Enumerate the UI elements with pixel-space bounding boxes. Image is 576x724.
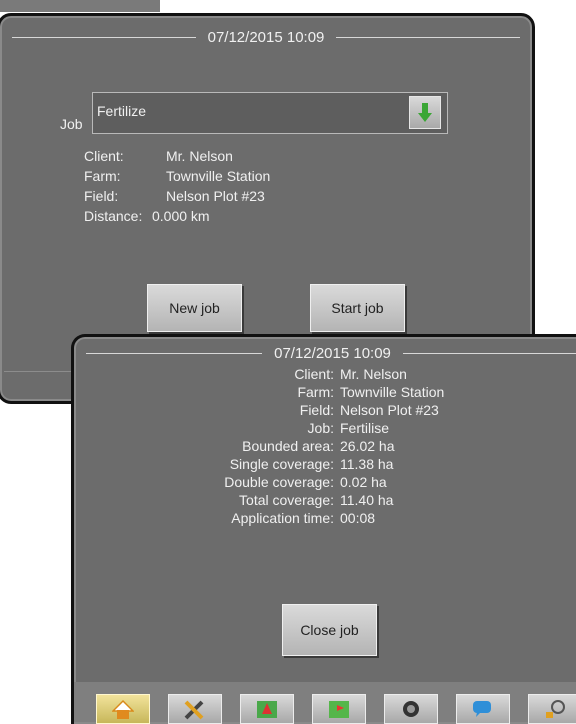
unit-info-icon [546,700,565,718]
map-icon [257,701,277,718]
summary-row: Job: Fertilise [307,420,390,436]
job-details: Client: Mr. Nelson Farm: Townville Stati… [84,146,270,226]
summary-row: Bounded area: 26.02 ha [242,438,395,454]
job-summary-screen: 07/12/2015 10:09 Client: Mr. Nelson Farm… [71,334,576,724]
detail-row-farm: Farm: Townville Station [84,168,271,184]
summary-row: Farm: Townville Station [297,384,445,400]
summary-row: Field: Nelson Plot #23 [299,402,439,418]
camera-icon [403,701,419,717]
job-select-value: Fertilize [97,103,147,119]
toolbar-camera-button[interactable] [384,694,438,724]
top-tab-marker [0,0,160,12]
toolbar-chat-button[interactable] [456,694,510,724]
new-job-button[interactable]: New job [147,284,242,332]
detail-row-field: Field: Nelson Plot #23 [84,188,265,204]
toolbar-unit-info-button[interactable] [528,694,576,724]
chat-icon [473,701,491,717]
toolbar-field-map-button[interactable] [312,694,366,724]
setup-header: 07/12/2015 10:09 [0,27,532,47]
arrow-down-icon [418,102,432,122]
summary-row: Single coverage: 11.38 ha [229,456,394,472]
job-summary: Client: Mr. Nelson Farm: Townville Stati… [74,365,576,527]
summary-row: Total coverage: 11.40 ha [239,492,394,508]
toolbar-map-button[interactable] [240,694,294,724]
start-job-button[interactable]: Start job [310,284,405,332]
toolbar-tools-button[interactable] [168,694,222,724]
summary-row: Application time: 00:08 [231,510,376,526]
detail-row-client: Client: Mr. Nelson [84,148,233,164]
home-icon [112,699,134,719]
summary-row: Double coverage: 0.02 ha [224,474,387,490]
bottom-toolbar [74,682,576,724]
close-job-button[interactable]: Close job [282,604,377,656]
summary-row: Client: Mr. Nelson [294,366,407,382]
job-dropdown-button[interactable] [409,96,441,129]
job-label: Job [60,116,83,132]
summary-datetime: 07/12/2015 10:09 [274,344,391,362]
toolbar-home-button[interactable] [96,694,150,724]
tools-icon [184,700,204,720]
detail-row-distance: Distance: 0.000 km [84,208,210,224]
setup-datetime: 07/12/2015 10:09 [207,28,325,46]
summary-header: 07/12/2015 10:09 [74,343,576,363]
field-map-icon [329,701,349,718]
job-select[interactable]: Fertilize [92,92,448,134]
